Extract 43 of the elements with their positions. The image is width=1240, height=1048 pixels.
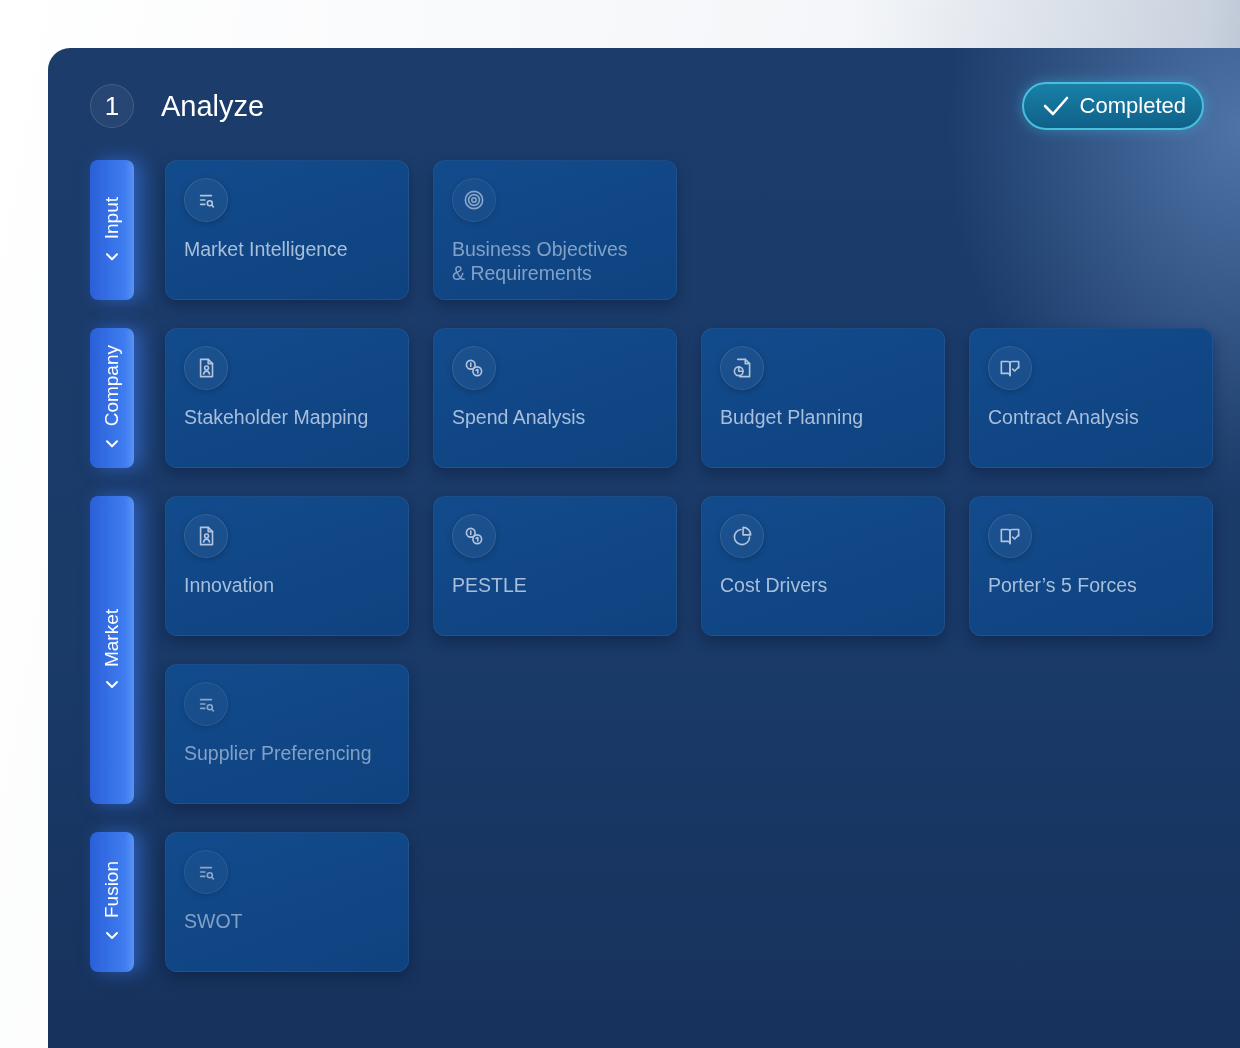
card-title: PESTLE xyxy=(452,573,528,597)
search-icon xyxy=(184,178,228,222)
group-tab[interactable]: Company xyxy=(90,328,134,468)
card-title: Business Objectives & Requirements xyxy=(452,237,629,285)
analysis-card[interactable]: Porter’s 5 Forces xyxy=(969,496,1213,636)
analysis-card[interactable]: Spend Analysis xyxy=(433,328,677,468)
analysis-card[interactable]: Stakeholder Mapping xyxy=(165,328,409,468)
group-tab[interactable]: Market xyxy=(90,496,134,804)
card-title: Supplier Preferencing xyxy=(184,741,373,765)
card-title: Market Intelligence xyxy=(184,237,349,261)
coins-icon xyxy=(452,346,496,390)
card-title: SWOT xyxy=(184,909,244,933)
card-title: Contract Analysis xyxy=(988,405,1140,429)
analysis-card[interactable]: PESTLE xyxy=(433,496,677,636)
pie-icon xyxy=(720,514,764,558)
group-tab[interactable]: Fusion xyxy=(90,832,134,972)
card-title: Budget Planning xyxy=(720,405,865,429)
analysis-card[interactable]: Cost Drivers xyxy=(701,496,945,636)
search-icon xyxy=(184,850,228,894)
analysis-card[interactable]: Supplier Preferencing xyxy=(165,664,409,804)
card-title: Innovation xyxy=(184,573,275,597)
group-tab[interactable]: Input xyxy=(90,160,134,300)
target-icon xyxy=(452,178,496,222)
person-icon xyxy=(184,346,228,390)
step-title: Analyze xyxy=(161,89,265,123)
card-title: Porter’s 5 Forces xyxy=(988,573,1138,597)
person-icon xyxy=(184,514,228,558)
analysis-card[interactable]: Budget Planning xyxy=(701,328,945,468)
step-number: 1 xyxy=(90,84,134,128)
analysis-card[interactable]: Innovation xyxy=(165,496,409,636)
analysis-card[interactable]: Business Objectives & Requirements xyxy=(433,160,677,300)
search-icon xyxy=(184,682,228,726)
card-title: Cost Drivers xyxy=(720,573,829,597)
completed-button[interactable]: Completed xyxy=(1021,82,1204,130)
book-icon xyxy=(988,514,1032,558)
analysis-card[interactable]: Contract Analysis xyxy=(969,328,1213,468)
check-icon xyxy=(1041,95,1070,117)
analysis-card[interactable]: Market Intelligence xyxy=(165,160,409,300)
book-icon xyxy=(988,346,1032,390)
card-title: Spend Analysis xyxy=(452,405,587,429)
card-title: Stakeholder Mapping xyxy=(184,405,370,429)
coins-icon xyxy=(452,514,496,558)
analysis-card[interactable]: SWOT xyxy=(165,832,409,972)
